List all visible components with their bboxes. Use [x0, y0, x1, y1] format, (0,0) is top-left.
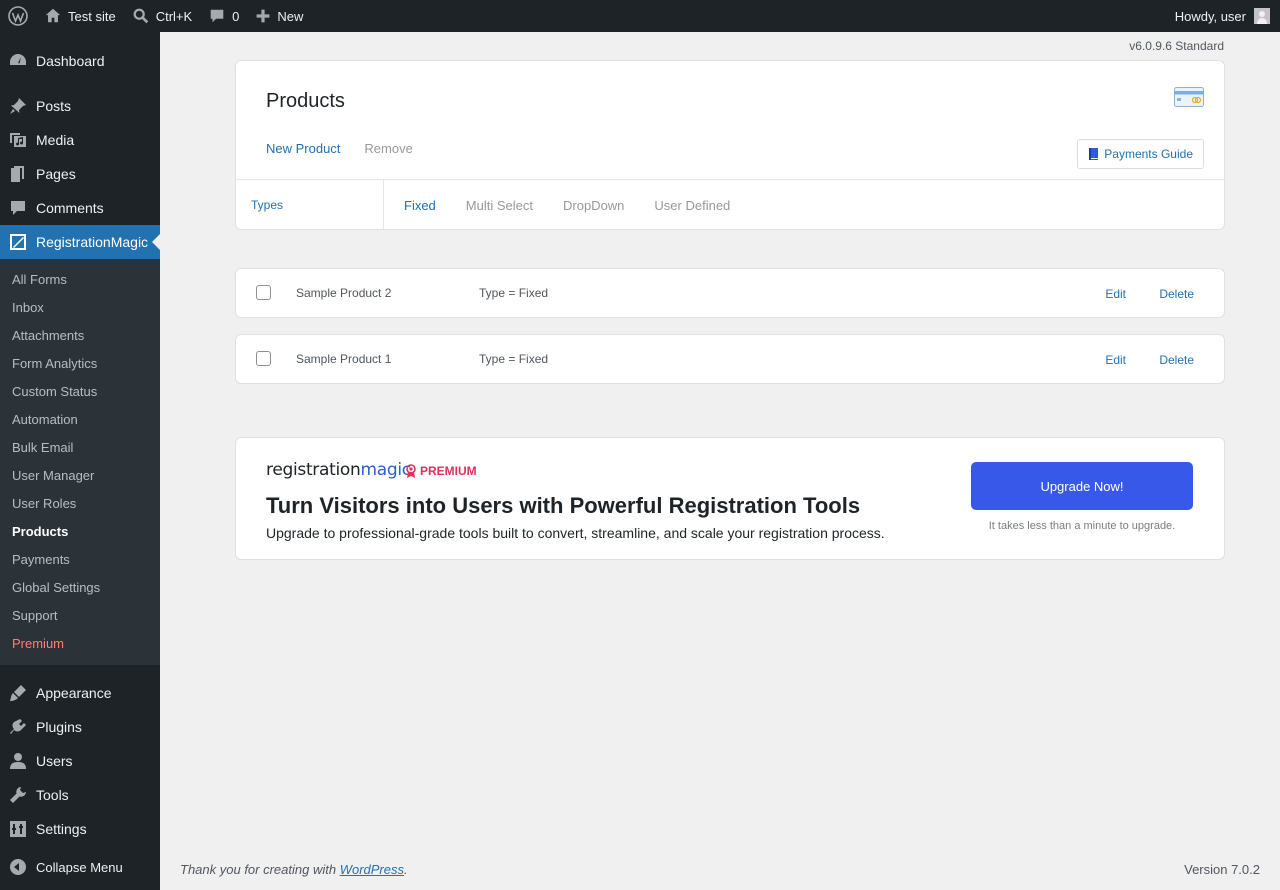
- payments-guide-button[interactable]: Payments Guide: [1077, 139, 1204, 169]
- menu-plugins[interactable]: Plugins: [0, 710, 160, 744]
- brush-icon: [8, 683, 28, 703]
- registrationmagic-icon: [8, 232, 28, 252]
- plus-icon: [257, 9, 270, 23]
- menu-posts[interactable]: Posts: [0, 89, 160, 123]
- submenu-automation[interactable]: Automation: [0, 406, 160, 434]
- registrationmagic-submenu: All Forms Inbox Attachments Form Analyti…: [0, 259, 160, 665]
- menu-settings[interactable]: Settings: [0, 812, 160, 846]
- submenu-attachments[interactable]: Attachments: [0, 322, 160, 350]
- edit-link[interactable]: Edit: [1105, 287, 1126, 301]
- comments-link[interactable]: 0: [200, 0, 247, 32]
- submenu-user-manager[interactable]: User Manager: [0, 462, 160, 490]
- upgrade-now-button[interactable]: Upgrade Now!: [971, 462, 1193, 510]
- tab-dropdown[interactable]: DropDown: [563, 198, 624, 213]
- search-icon: [133, 8, 148, 24]
- site-name: Test site: [68, 8, 116, 24]
- submenu-global-settings[interactable]: Global Settings: [0, 574, 160, 602]
- submenu-bulk-email[interactable]: Bulk Email: [0, 434, 160, 462]
- howdy-text: Howdy, user: [1174, 8, 1246, 24]
- collapse-icon: [8, 857, 28, 877]
- menu-appearance[interactable]: Appearance: [0, 676, 160, 710]
- promo-subtext: Upgrade to professional-grade tools buil…: [266, 525, 885, 541]
- type-filter-bar: Types Fixed Multi Select DropDown User D…: [236, 179, 1224, 230]
- premium-promo-panel: registrationmagic PREMIUM Turn Visitors …: [235, 437, 1225, 560]
- admin-sidebar: Dashboard Posts Media Pages Comments Reg…: [0, 32, 160, 890]
- products-panel: Products New Product Remove Payments Gui…: [235, 60, 1225, 230]
- delete-link[interactable]: Delete: [1159, 353, 1194, 367]
- product-type: Type = Fixed: [479, 286, 549, 300]
- footer-version: Version 7.0.2: [1184, 862, 1260, 877]
- award-icon: [406, 464, 416, 478]
- menu-pages[interactable]: Pages: [0, 157, 160, 191]
- registrationmagic-logo: registrationmagic: [266, 460, 411, 480]
- upgrade-note: It takes less than a minute to upgrade.: [988, 520, 1176, 532]
- new-label: New: [277, 8, 304, 24]
- wordpress-link[interactable]: WordPress: [340, 862, 404, 877]
- types-label: Types: [236, 180, 384, 230]
- page-title: Products: [266, 90, 345, 112]
- product-actions: New Product Remove: [266, 141, 413, 156]
- book-icon: [1089, 148, 1099, 160]
- edit-link[interactable]: Edit: [1105, 353, 1126, 367]
- pages-icon: [8, 164, 28, 184]
- admin-bar: Test site Ctrl+K 0 New Howdy, user: [0, 0, 1280, 32]
- menu-registrationmagic[interactable]: RegistrationMagic: [0, 225, 160, 259]
- comment-icon: [8, 198, 28, 218]
- tab-user-defined[interactable]: User Defined: [654, 198, 730, 213]
- menu-dashboard[interactable]: Dashboard: [0, 44, 160, 78]
- wordpress-logo-icon: [8, 6, 28, 26]
- my-account[interactable]: Howdy, user: [1175, 8, 1280, 24]
- plugin-version: v6.0.9.6 Standard: [1129, 39, 1224, 53]
- search-button[interactable]: Ctrl+K: [124, 0, 200, 32]
- wrench-icon: [8, 785, 28, 805]
- menu-comments[interactable]: Comments: [0, 191, 160, 225]
- product-name: Sample Product 1: [296, 352, 392, 366]
- footer-thanks: Thank you for creating with WordPress.: [180, 862, 408, 877]
- product-row: Sample Product 2 Type = Fixed Edit Delet…: [235, 268, 1225, 318]
- premium-badge: PREMIUM: [405, 464, 477, 478]
- submenu-form-analytics[interactable]: Form Analytics: [0, 350, 160, 378]
- product-row: Sample Product 1 Type = Fixed Edit Delet…: [235, 334, 1225, 384]
- avatar: [1254, 8, 1270, 24]
- submenu-user-roles[interactable]: User Roles: [0, 490, 160, 518]
- pin-icon: [8, 96, 28, 116]
- wordpress-logo-button[interactable]: [0, 0, 36, 32]
- product-checkbox[interactable]: [256, 351, 271, 366]
- plugin-icon: [8, 717, 28, 737]
- submenu-payments[interactable]: Payments: [0, 546, 160, 574]
- submenu-custom-status[interactable]: Custom Status: [0, 378, 160, 406]
- collapse-menu-button[interactable]: Collapse Menu: [0, 850, 160, 884]
- submenu-support[interactable]: Support: [0, 602, 160, 630]
- submenu-premium[interactable]: Premium: [0, 630, 160, 658]
- user-icon: [8, 751, 28, 771]
- comments-count: 0: [232, 8, 240, 24]
- tab-multi-select[interactable]: Multi Select: [466, 198, 533, 213]
- menu-tools[interactable]: Tools: [0, 778, 160, 812]
- product-type: Type = Fixed: [479, 352, 549, 366]
- home-icon: [45, 8, 61, 23]
- dashboard-icon: [8, 51, 28, 71]
- type-tabs: Fixed Multi Select DropDown User Defined: [384, 180, 730, 230]
- delete-link[interactable]: Delete: [1159, 287, 1194, 301]
- menu-users[interactable]: Users: [0, 744, 160, 778]
- credit-card-icon: [1174, 87, 1204, 107]
- remove-link[interactable]: Remove: [364, 141, 412, 156]
- new-product-link[interactable]: New Product: [266, 141, 340, 156]
- media-icon: [8, 130, 28, 150]
- menu-media[interactable]: Media: [0, 123, 160, 157]
- submenu-all-forms[interactable]: All Forms: [0, 266, 160, 294]
- product-checkbox[interactable]: [256, 285, 271, 300]
- settings-icon: [8, 819, 28, 839]
- promo-headline: Turn Visitors into Users with Powerful R…: [266, 493, 861, 518]
- site-name-link[interactable]: Test site: [36, 0, 124, 32]
- tab-fixed[interactable]: Fixed: [404, 198, 436, 213]
- submenu-inbox[interactable]: Inbox: [0, 294, 160, 322]
- comment-icon: [210, 9, 224, 23]
- new-content-button[interactable]: New: [247, 0, 311, 32]
- submenu-products[interactable]: Products: [0, 518, 160, 546]
- product-name: Sample Product 2: [296, 286, 392, 300]
- search-shortcut: Ctrl+K: [155, 8, 193, 24]
